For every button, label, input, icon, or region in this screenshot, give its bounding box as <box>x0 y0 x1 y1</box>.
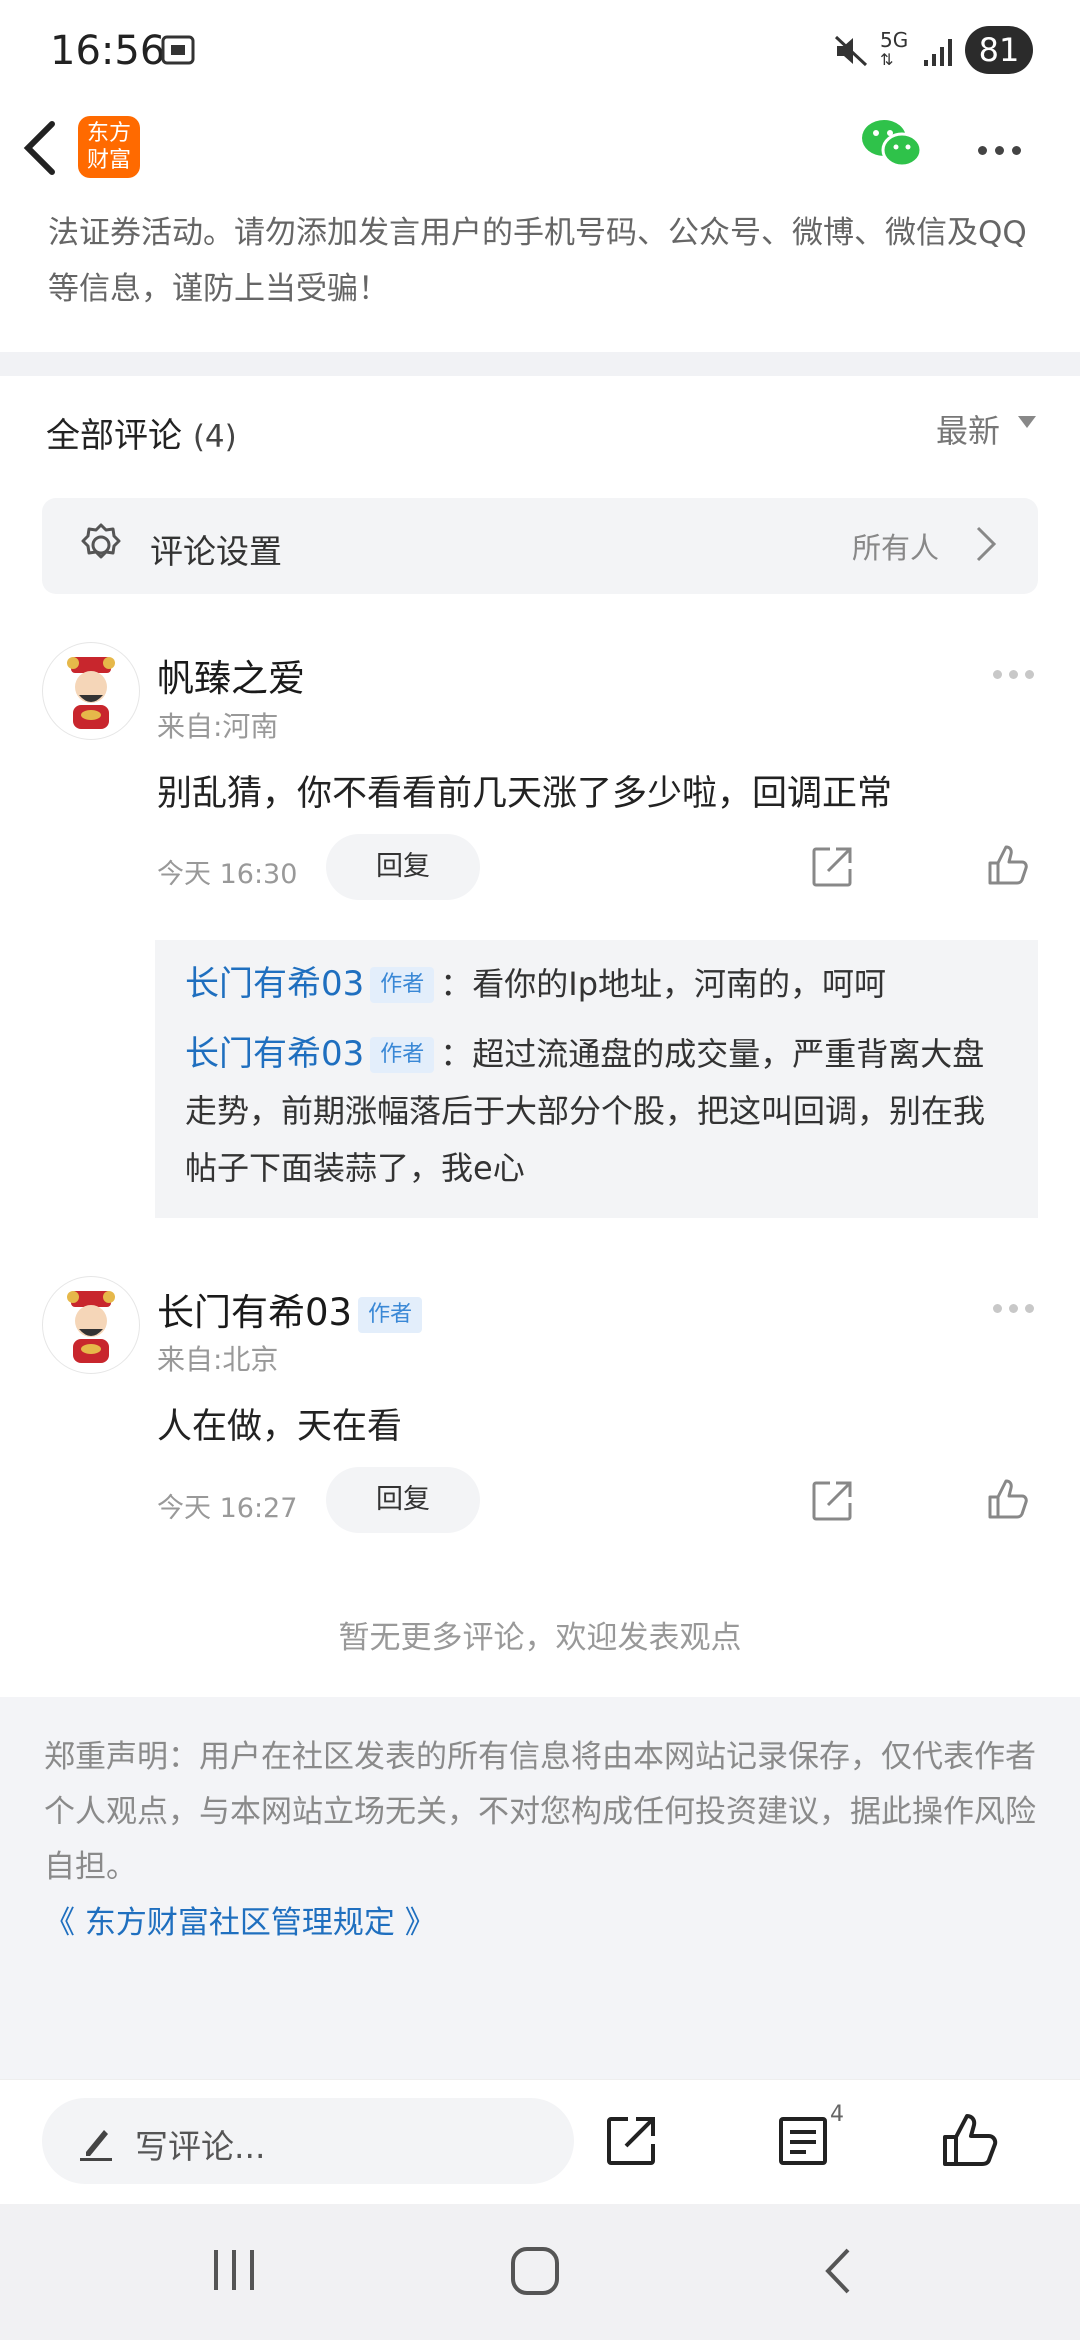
community-rules-link[interactable]: 《 东方财富社区管理规定 》 <box>44 1897 436 1942</box>
reply-thread: 长门有希03 作者 ：看你的Ip地址，河南的，呵呵 长门有希03 作者 ：超过流通盘的成… <box>155 940 1038 1218</box>
comment-more-button[interactable] <box>993 664 1041 683</box>
like-icon[interactable] <box>986 843 1030 891</box>
comment-time: 今天 16:27 <box>157 1493 298 1524</box>
back-icon <box>825 2248 850 2294</box>
share-icon <box>607 2117 655 2165</box>
chevron-right-icon <box>974 524 998 568</box>
reply-author[interactable]: 长门有希03 <box>185 1034 364 1074</box>
comment-text: 人在做，天在看 <box>157 1407 403 1447</box>
comment-more-button[interactable] <box>993 1298 1041 1317</box>
risk-notice: 法证券活动。请勿添加发言用户的手机号码、公众号、微博、微信及QQ等信息，谨防上当… <box>48 215 1027 307</box>
more-options-button[interactable] <box>978 140 1029 159</box>
comments-title: 全部评论 (4) <box>46 408 237 457</box>
logo-text-top: 东方 <box>86 121 131 146</box>
no-more-comments: 暂无更多评论，欢迎发表观点 <box>338 1620 742 1656</box>
recents-button[interactable] <box>210 2248 258 2296</box>
like-icon[interactable] <box>986 1477 1030 1525</box>
write-comment-input[interactable] <box>42 2098 574 2184</box>
reply-author[interactable]: 长门有希03 <box>185 964 364 1004</box>
status-time: 16:56 <box>50 28 166 74</box>
avatar[interactable] <box>42 1276 140 1374</box>
thumbs-up-icon <box>943 2114 998 2166</box>
comment-username[interactable]: 长门有希03 <box>157 1291 352 1334</box>
network-label: 5G <box>880 28 909 52</box>
recents-icon <box>214 2250 254 2290</box>
comments-title-label: 全部评论 <box>46 416 182 456</box>
comment-location: 来自:河南 <box>157 710 279 743</box>
reply-button[interactable]: 回复 <box>326 834 480 900</box>
comment-text: 别乱猜，你不看看前几天涨了多少啦，回调正常 <box>157 774 893 814</box>
comment-time: 今天 16:30 <box>157 859 298 890</box>
back-button[interactable] <box>20 120 60 180</box>
avatar-fortune-god-icon <box>67 1291 115 1363</box>
mute-icon <box>833 34 869 72</box>
disclaimer-text: 郑重声明：用户在社区发表的所有信息将由本网站记录保存，仅代表作者个人观点，与本网… <box>44 1739 1036 1885</box>
pencil-icon <box>78 2122 114 2166</box>
sort-dropdown[interactable]: 最新 <box>936 406 1000 452</box>
comment-settings-value: 所有人 <box>852 531 940 565</box>
wechat-share-icon[interactable] <box>860 118 924 174</box>
comments-button[interactable] <box>776 2114 830 2172</box>
comment-username-row: 长门有希03 作者 <box>157 1282 428 1336</box>
reply-item[interactable]: 长门有希03 作者 ：超过流通盘的成交量，严重背离大盘走势，前期涨幅落后于大部分个股… <box>185 1026 1015 1197</box>
write-comment-placeholder: 写评论... <box>135 2127 266 2166</box>
author-tag: 作者 <box>370 1037 435 1073</box>
share-button[interactable] <box>604 2114 658 2172</box>
home-icon <box>511 2247 559 2295</box>
comment-settings-label: 评论设置 <box>150 532 282 571</box>
author-tag: 作者 <box>370 967 435 1003</box>
back-arrow-icon <box>23 121 55 175</box>
share-icon[interactable] <box>810 845 854 893</box>
reply-item[interactable]: 长门有希03 作者 ：看你的Ip地址，河南的，呵呵 <box>185 956 1015 1012</box>
app-logo[interactable]: 东方 财富 <box>78 116 140 178</box>
reply-button[interactable]: 回复 <box>326 1467 480 1533</box>
reply-text: ：看你的Ip地址，河南的，呵呵 <box>440 965 887 1003</box>
screenshot-icon <box>160 34 196 66</box>
avatar[interactable] <box>42 642 140 740</box>
signal-icon <box>922 36 958 72</box>
comments-list-icon <box>779 2117 827 2165</box>
comment-count-badge: 4 <box>830 2102 844 2127</box>
share-icon[interactable] <box>810 1479 854 1527</box>
like-button[interactable] <box>940 2112 998 2172</box>
comment-location: 来自:北京 <box>157 1343 279 1376</box>
section-divider <box>0 352 1080 376</box>
avatar-fortune-god-icon <box>67 657 115 729</box>
comments-count: (4) <box>192 419 237 455</box>
gear-icon <box>78 522 124 572</box>
author-tag: 作者 <box>358 1297 423 1333</box>
system-back-button[interactable] <box>822 2246 852 2300</box>
home-button[interactable] <box>510 2246 560 2300</box>
network-5g-icon: 5G ⇅ <box>880 28 909 69</box>
comment-username[interactable]: 帆臻之爱 <box>157 648 305 702</box>
sort-caret-icon[interactable] <box>1018 416 1036 428</box>
battery-indicator: 81 <box>965 26 1033 74</box>
logo-text-bottom: 财富 <box>86 148 131 173</box>
